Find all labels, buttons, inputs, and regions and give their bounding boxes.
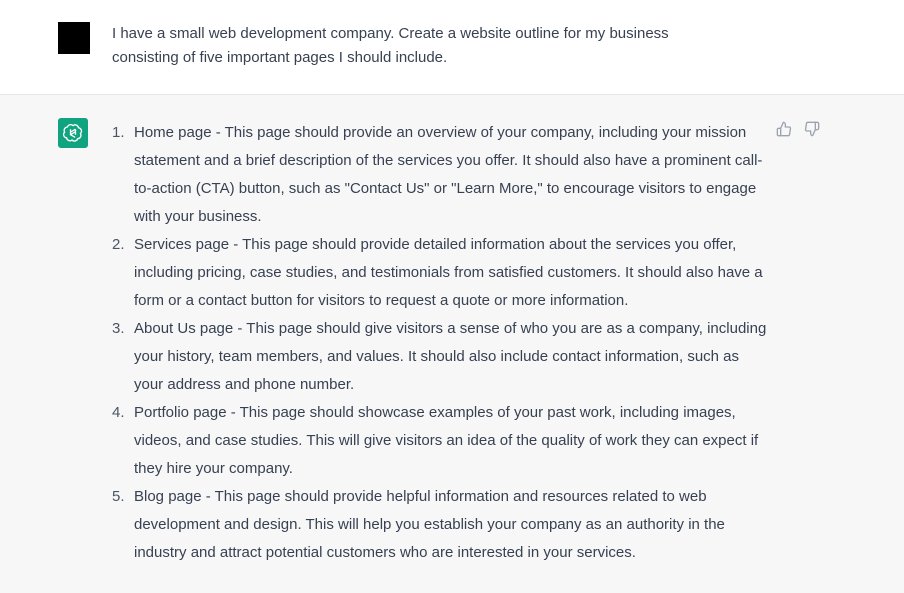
list-item: 2. Services page - This page should prov…	[112, 231, 772, 315]
answer-list: 1. Home page - This page should provide …	[112, 119, 772, 567]
list-item-text: Portfolio page - This page should showca…	[134, 404, 759, 477]
list-item-text: Blog page - This page should provide hel…	[134, 488, 725, 561]
list-number: 4.	[112, 404, 125, 421]
list-item: 4. Portfolio page - This page should sho…	[112, 399, 772, 483]
list-number: 1.	[112, 124, 125, 141]
thumbs-down-icon[interactable]	[804, 121, 820, 137]
user-message-row: I have a small web development company. …	[0, 0, 904, 95]
list-number: 3.	[112, 320, 125, 337]
assistant-message-row: 1. Home page - This page should provide …	[0, 95, 904, 593]
openai-logo-icon	[58, 118, 88, 148]
list-item: 3. About Us page - This page should give…	[112, 315, 772, 399]
list-item-text: Services page - This page should provide…	[134, 236, 763, 309]
list-number: 5.	[112, 488, 125, 505]
assistant-answer: 1. Home page - This page should provide …	[112, 119, 772, 567]
feedback-buttons	[776, 121, 820, 137]
list-item: 1. Home page - This page should provide …	[112, 119, 772, 231]
list-number: 2.	[112, 236, 125, 253]
list-item: 5. Blog page - This page should provide …	[112, 483, 772, 567]
thumbs-up-icon[interactable]	[776, 121, 792, 137]
list-item-text: Home page - This page should provide an …	[134, 124, 763, 225]
user-message-text: I have a small web development company. …	[112, 25, 669, 66]
user-avatar	[58, 22, 90, 54]
list-item-text: About Us page - This page should give vi…	[134, 320, 767, 393]
